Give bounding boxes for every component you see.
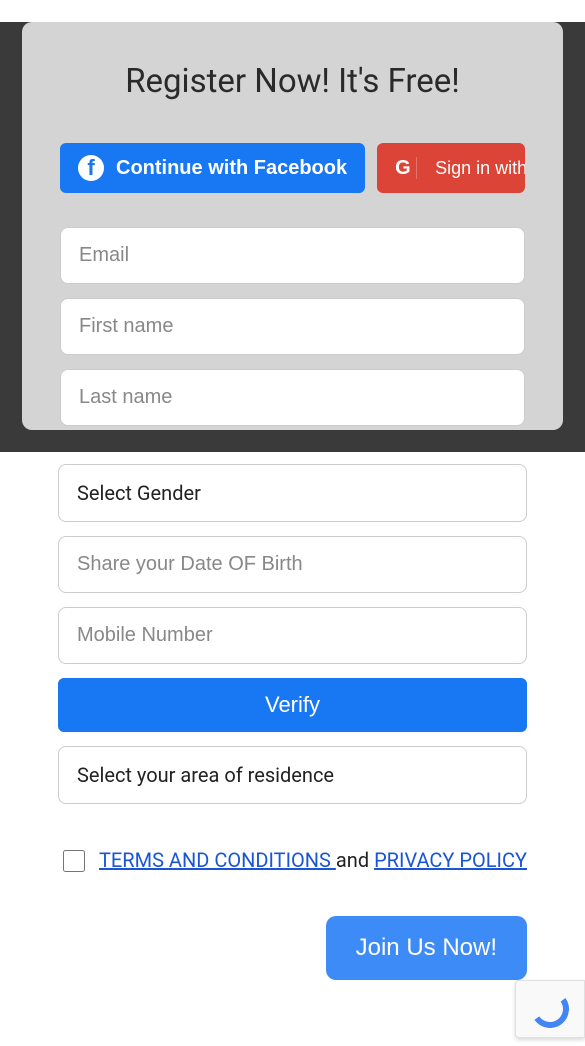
join-button[interactable]: Join Us Now! — [326, 916, 527, 980]
and-text: and — [336, 848, 374, 872]
form-fields-lower: Select Gender Verify Select your area of… — [0, 452, 585, 980]
google-label: Sign in with Goo — [435, 158, 525, 179]
recaptcha-icon — [528, 987, 572, 1031]
terms-text: TERMS AND CONDITIONS and PRIVACY POLICY — [99, 834, 527, 886]
form-fields-upper — [60, 227, 525, 426]
facebook-icon: f — [78, 155, 104, 181]
recaptcha-badge[interactable] — [515, 980, 585, 1038]
lastname-field[interactable] — [60, 369, 525, 426]
facebook-label: Continue with Facebook — [116, 157, 347, 180]
page-title: Register Now! It's Free! — [60, 62, 525, 101]
terms-row: TERMS AND CONDITIONS and PRIVACY POLICY — [58, 834, 527, 886]
mobile-field[interactable] — [58, 607, 527, 664]
social-buttons-row: f Continue with Facebook G Sign in with … — [60, 143, 525, 193]
register-card: Register Now! It's Free! f Continue with… — [22, 22, 563, 430]
terms-conditions-link[interactable]: TERMS AND CONDITIONS — [99, 848, 336, 872]
email-field[interactable] — [60, 227, 525, 284]
privacy-policy-link[interactable]: PRIVACY POLICY — [374, 848, 527, 872]
area-select[interactable]: Select your area of residence — [58, 746, 527, 804]
google-icon: G — [395, 157, 417, 179]
continue-facebook-button[interactable]: f Continue with Facebook — [60, 143, 365, 193]
gender-select[interactable]: Select Gender — [58, 464, 527, 522]
terms-checkbox[interactable] — [63, 850, 85, 872]
dob-field[interactable] — [58, 536, 527, 593]
verify-button[interactable]: Verify — [58, 678, 527, 732]
signin-google-button[interactable]: G Sign in with Goo — [377, 143, 525, 193]
firstname-field[interactable] — [60, 298, 525, 355]
